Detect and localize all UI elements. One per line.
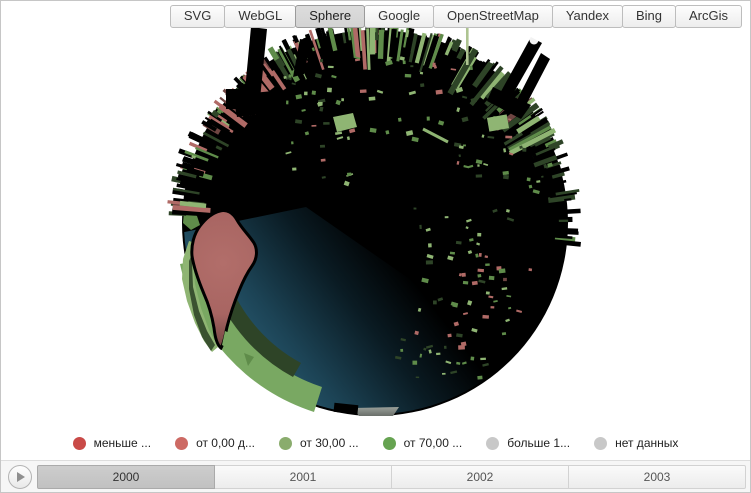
- legend-label: меньше ...: [93, 436, 152, 450]
- legend-marker: [175, 436, 189, 450]
- tab-yandex[interactable]: Yandex: [551, 5, 623, 28]
- tab-arcgis[interactable]: ArcGis: [675, 5, 742, 28]
- legend-marker: [486, 436, 500, 450]
- legend-label: больше 1...: [507, 436, 571, 450]
- play-button[interactable]: [8, 465, 32, 489]
- legend-item[interactable]: от 0,00 д...: [175, 436, 255, 450]
- tab-google[interactable]: Google: [364, 5, 435, 28]
- legend-item[interactable]: больше 1...: [486, 436, 570, 450]
- tab-svg[interactable]: SVG: [169, 5, 226, 28]
- legend-label: нет данных: [615, 436, 679, 450]
- tab-sphere[interactable]: Sphere: [295, 5, 366, 28]
- legend-marker: [594, 436, 608, 450]
- year-track: 2000 2001 2002 2003: [37, 465, 746, 489]
- tab-openstreetmap[interactable]: OpenStreetMap: [433, 5, 553, 28]
- year-segment-2001[interactable]: 2001: [214, 465, 392, 489]
- legend: меньше ... от 0,00 д... от 30,00 ... от …: [1, 432, 750, 454]
- legend-label: от 70,00 ...: [403, 436, 463, 450]
- legend-marker: [382, 436, 396, 450]
- year-segment-2003[interactable]: 2003: [568, 465, 746, 489]
- globe-viewport[interactable]: [1, 1, 750, 492]
- tab-webgl[interactable]: WebGL: [224, 5, 297, 28]
- legend-marker: [279, 436, 292, 450]
- tab-bing[interactable]: Bing: [621, 5, 676, 28]
- legend-marker: [72, 436, 86, 450]
- legend-label: от 30,00 ...: [300, 436, 359, 450]
- legend-item[interactable]: от 30,00 ...: [279, 436, 359, 450]
- play-icon: [17, 472, 25, 482]
- legend-item[interactable]: от 70,00 ...: [382, 436, 463, 450]
- legend-label: от 0,00 д...: [196, 436, 255, 450]
- year-segment-2002[interactable]: 2002: [391, 465, 569, 489]
- app-window: SVG WebGL Sphere Google OpenStreetMap Ya…: [0, 0, 751, 493]
- year-segment-2000[interactable]: 2000: [37, 465, 215, 489]
- timeline: 2000 2001 2002 2003: [1, 460, 750, 492]
- globe-canvas[interactable]: [1, 1, 751, 493]
- legend-item[interactable]: нет данных: [594, 436, 678, 450]
- legend-item[interactable]: меньше ...: [72, 436, 152, 450]
- map-provider-tabs: SVG WebGL Sphere Google OpenStreetMap Ya…: [169, 5, 742, 28]
